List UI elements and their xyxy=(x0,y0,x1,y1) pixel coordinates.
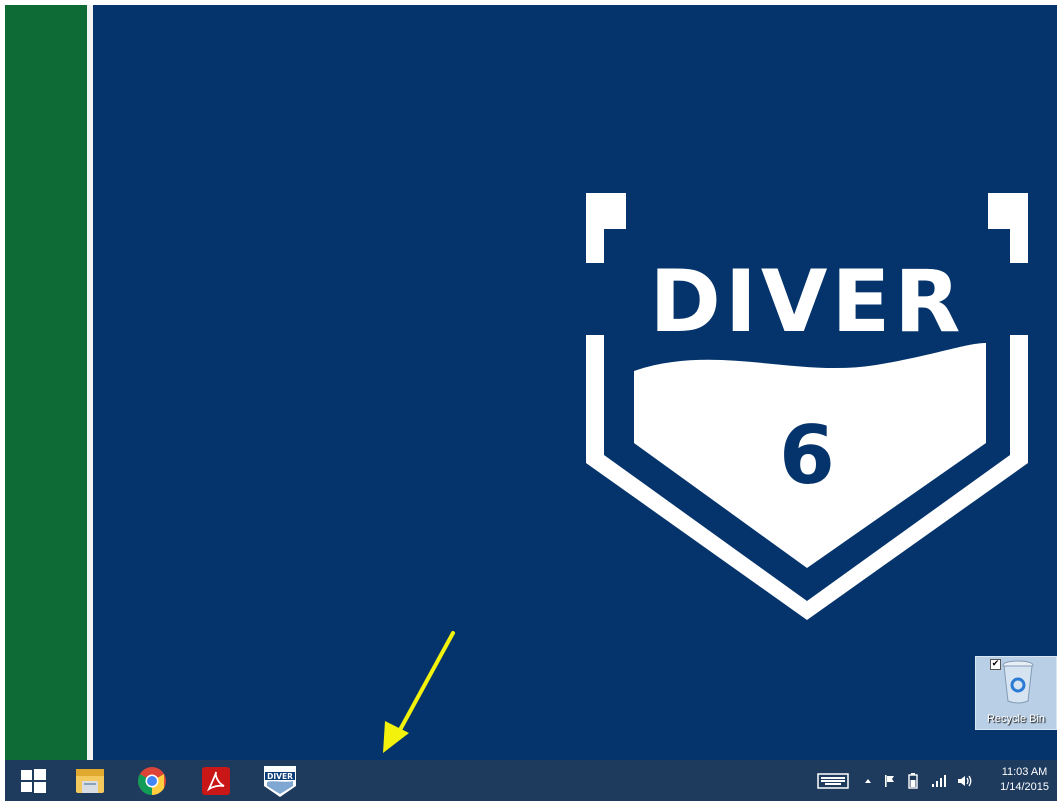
show-hidden-icons-chevron-icon[interactable] xyxy=(863,776,873,786)
taskbar-clock[interactable]: 11:03 AM 1/14/2015 xyxy=(1000,765,1049,795)
recycle-bin-shortcut[interactable]: ✔ Recycle Bin xyxy=(975,656,1057,730)
taskbar-adobe-reader[interactable] xyxy=(191,763,241,798)
file-explorer-icon xyxy=(76,768,104,793)
taskbar-file-explorer[interactable] xyxy=(65,763,115,798)
volume-icon[interactable] xyxy=(957,774,973,788)
diver-app-icon: DIVER xyxy=(264,765,296,797)
yellow-arrow-annotation xyxy=(383,631,455,753)
system-tray xyxy=(817,760,973,801)
left-app-strip xyxy=(5,5,87,760)
clock-time: 11:03 AM xyxy=(1001,766,1048,778)
windows-logo-icon xyxy=(21,768,46,793)
battery-icon[interactable] xyxy=(907,772,921,789)
start-button[interactable] xyxy=(8,763,58,798)
adobe-reader-icon xyxy=(202,766,230,795)
taskbar-diver[interactable]: DIVER xyxy=(255,763,305,798)
screen: DIVER 6 ✔ Recycle Bin DIVER 11:03 AM 1/1… xyxy=(5,5,1057,801)
network-signal-icon[interactable] xyxy=(931,774,947,788)
action-center-flag-icon[interactable] xyxy=(883,774,897,788)
chrome-icon xyxy=(138,766,166,795)
logo-number: 6 xyxy=(779,409,835,502)
svg-text:DIVER: DIVER xyxy=(267,772,293,781)
clock-date: 1/14/2015 xyxy=(1000,781,1049,793)
taskbar: DIVER 11:03 AM 1/14/2015 xyxy=(5,760,1057,801)
recycle-bin-label: Recycle Bin xyxy=(986,713,1046,725)
diver-6-logo: DIVER 6 xyxy=(586,193,1028,620)
desktop: DIVER 6 ✔ Recycle Bin xyxy=(93,5,1057,760)
selection-checkbox[interactable]: ✔ xyxy=(990,659,1001,670)
touch-keyboard-icon[interactable] xyxy=(817,772,849,789)
recycle-bin-icon xyxy=(1002,660,1034,704)
taskbar-chrome[interactable] xyxy=(127,763,177,798)
logo-word: DIVER xyxy=(650,252,965,352)
